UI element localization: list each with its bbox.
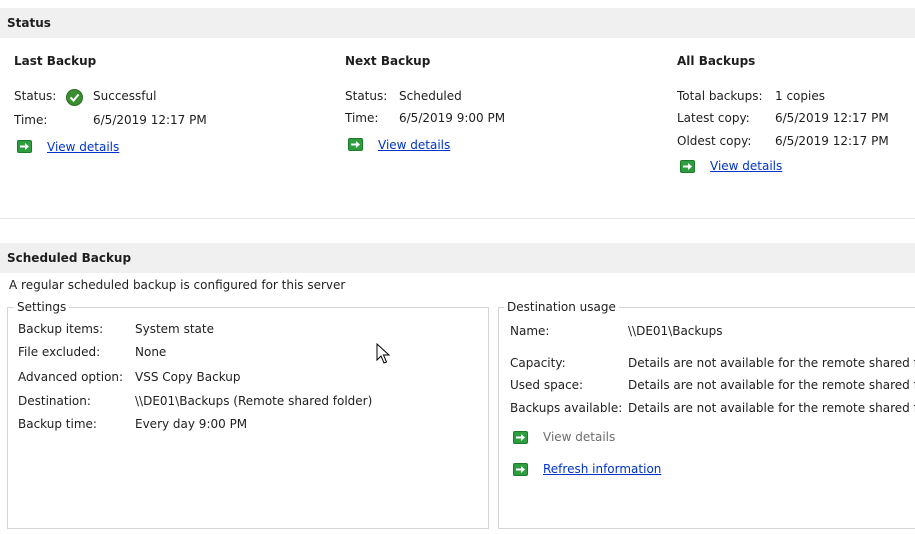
all-backups-oldest-value: 6/5/2019 12:17 PM	[775, 134, 889, 148]
last-backup-status-value: Successful	[93, 89, 157, 103]
arrow-right-icon[interactable]	[348, 138, 363, 151]
last-backup-time-value: 6/5/2019 12:17 PM	[93, 113, 207, 127]
destination-used-space-label: Used space:	[510, 378, 584, 392]
scheduled-backup-section-header: Scheduled Backup	[0, 243, 915, 273]
section-divider	[0, 218, 915, 219]
next-backup-time-label: Time:	[345, 111, 379, 125]
settings-label-backup-items: Backup items:	[18, 322, 104, 336]
next-backup-status-label: Status:	[345, 89, 388, 103]
arrow-right-icon[interactable]	[17, 140, 32, 153]
arrow-right-icon	[513, 431, 528, 444]
settings-value-backup-items: System state	[135, 322, 214, 336]
all-backups-title: All Backups	[677, 54, 756, 68]
all-backups-total-label: Total backups:	[677, 89, 763, 103]
last-backup-status-label: Status:	[14, 89, 57, 103]
destination-capacity-value: Details are not available for the remote…	[628, 356, 915, 370]
last-backup-view-details-link[interactable]: View details	[47, 140, 119, 154]
settings-value-backup-time: Every day 9:00 PM	[135, 417, 248, 431]
all-backups-oldest-label: Oldest copy:	[677, 134, 752, 148]
destination-view-details-link: View details	[543, 430, 616, 444]
destination-capacity-label: Capacity:	[510, 356, 566, 370]
destination-backups-available-label: Backups available:	[510, 401, 623, 415]
last-backup-time-label: Time:	[14, 113, 48, 127]
destination-usage-legend: Destination usage	[504, 300, 619, 314]
settings-legend: Settings	[14, 300, 70, 314]
next-backup-title: Next Backup	[345, 54, 431, 68]
all-backups-view-details-link[interactable]: View details	[710, 159, 782, 173]
all-backups-total-value: 1 copies	[775, 89, 825, 103]
destination-used-space-value: Details are not available for the remote…	[628, 378, 915, 392]
last-backup-title: Last Backup	[14, 54, 97, 68]
mouse-pointer-icon	[376, 342, 391, 368]
next-backup-view-details-link[interactable]: View details	[378, 138, 450, 152]
settings-value-destination: \\DE01\Backups (Remote shared folder)	[135, 394, 373, 408]
settings-label-file-excluded: File excluded:	[18, 345, 101, 359]
settings-value-file-excluded: None	[135, 345, 167, 359]
destination-backups-available-value: Details are not available for the remote…	[628, 401, 915, 415]
arrow-right-icon[interactable]	[680, 160, 695, 173]
settings-label-advanced-option: Advanced option:	[18, 370, 124, 384]
refresh-information-link[interactable]: Refresh information	[543, 462, 661, 476]
all-backups-latest-value: 6/5/2019 12:17 PM	[775, 111, 889, 125]
next-backup-time-value: 6/5/2019 9:00 PM	[399, 111, 506, 125]
all-backups-latest-label: Latest copy:	[677, 111, 750, 125]
destination-usage-group-box	[498, 307, 915, 529]
settings-value-advanced-option: VSS Copy Backup	[135, 370, 241, 384]
status-section-header: Status	[0, 8, 915, 38]
destination-name-value: \\DE01\Backups	[628, 324, 723, 338]
next-backup-status-value: Scheduled	[399, 89, 462, 103]
success-check-icon	[66, 89, 83, 106]
scheduled-backup-description: A regular scheduled backup is configured…	[9, 278, 346, 292]
destination-name-label: Name:	[510, 324, 550, 338]
settings-label-destination: Destination:	[18, 394, 91, 408]
arrow-right-icon[interactable]	[513, 463, 528, 476]
settings-label-backup-time: Backup time:	[18, 417, 97, 431]
